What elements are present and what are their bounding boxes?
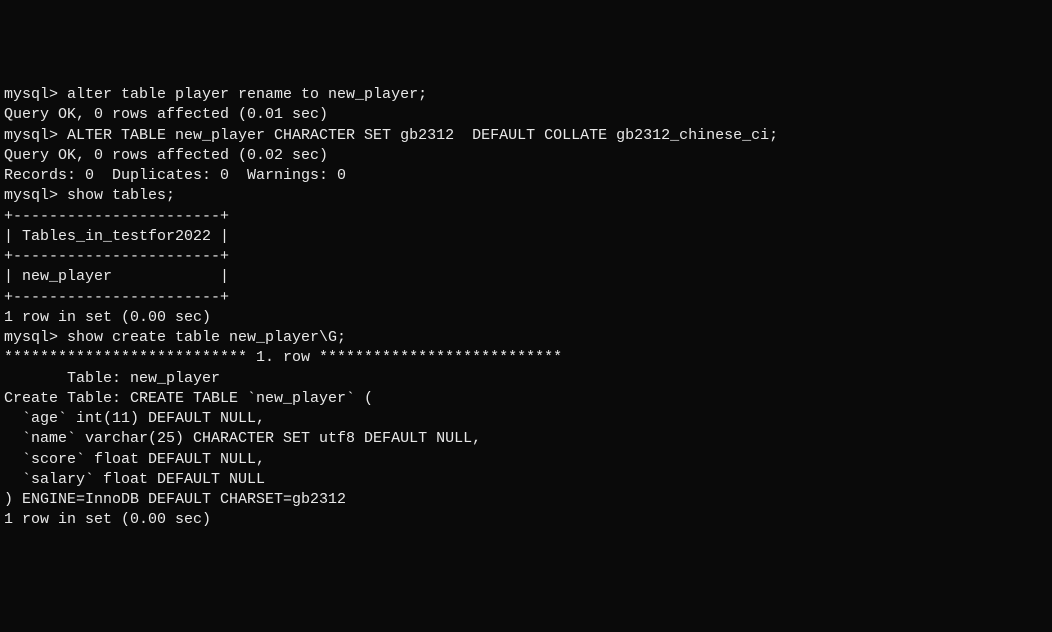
terminal-line: +-----------------------+ xyxy=(4,207,1048,227)
terminal-line: mysql> ALTER TABLE new_player CHARACTER … xyxy=(4,126,1048,146)
terminal-line: +-----------------------+ xyxy=(4,247,1048,267)
terminal-line: | new_player | xyxy=(4,267,1048,287)
terminal-line: 1 row in set (0.00 sec) xyxy=(4,308,1048,328)
terminal-line: `salary` float DEFAULT NULL xyxy=(4,470,1048,490)
terminal-line: Records: 0 Duplicates: 0 Warnings: 0 xyxy=(4,166,1048,186)
terminal-line: Query OK, 0 rows affected (0.01 sec) xyxy=(4,105,1048,125)
terminal-line: | Tables_in_testfor2022 | xyxy=(4,227,1048,247)
terminal-line: `score` float DEFAULT NULL, xyxy=(4,450,1048,470)
terminal-line: *************************** 1. row *****… xyxy=(4,348,1048,368)
terminal-line: Query OK, 0 rows affected (0.02 sec) xyxy=(4,146,1048,166)
terminal-output[interactable]: mysql> alter table player rename to new_… xyxy=(4,85,1048,531)
terminal-line: Create Table: CREATE TABLE `new_player` … xyxy=(4,389,1048,409)
terminal-line: mysql> show tables; xyxy=(4,186,1048,206)
terminal-line: Table: new_player xyxy=(4,369,1048,389)
terminal-line: ) ENGINE=InnoDB DEFAULT CHARSET=gb2312 xyxy=(4,490,1048,510)
terminal-line: +-----------------------+ xyxy=(4,288,1048,308)
terminal-line: mysql> alter table player rename to new_… xyxy=(4,85,1048,105)
terminal-line: 1 row in set (0.00 sec) xyxy=(4,510,1048,530)
terminal-line: `name` varchar(25) CHARACTER SET utf8 DE… xyxy=(4,429,1048,449)
terminal-line: `age` int(11) DEFAULT NULL, xyxy=(4,409,1048,429)
terminal-line: mysql> show create table new_player\G; xyxy=(4,328,1048,348)
